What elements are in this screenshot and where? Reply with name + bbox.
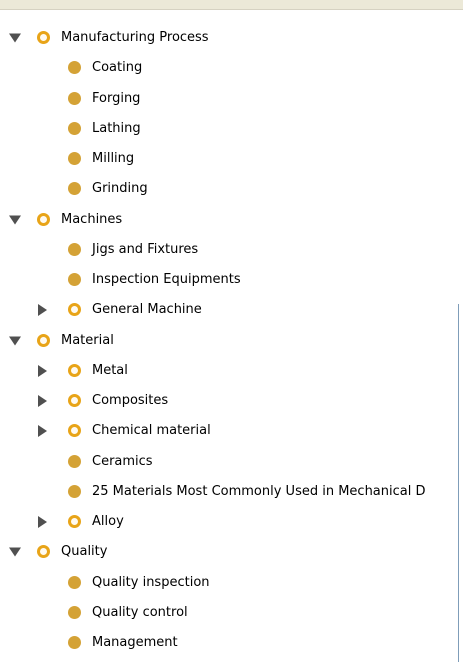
tree-node-label[interactable]: Metal bbox=[92, 363, 128, 379]
tree-node-manufacturing-process[interactable]: Manufacturing Process bbox=[0, 23, 458, 53]
tree-node-material[interactable]: Material bbox=[0, 326, 458, 356]
tree-node-general-machine[interactable]: General Machine bbox=[0, 295, 458, 325]
tree-node-quality-control[interactable]: Quality control bbox=[0, 598, 458, 628]
collapse-arrow-icon[interactable] bbox=[38, 364, 47, 377]
class-icon bbox=[68, 605, 81, 619]
class-icon bbox=[68, 575, 81, 589]
class-icon bbox=[68, 121, 81, 135]
tree-node-milling[interactable]: Milling bbox=[0, 144, 458, 174]
parent-class-icon bbox=[37, 545, 50, 559]
tree-node-label[interactable]: Inspection Equipments bbox=[92, 272, 241, 288]
tree-node-label[interactable]: Quality bbox=[61, 544, 107, 560]
tree-node-chemical-material[interactable]: Chemical material bbox=[0, 416, 458, 446]
tree-node-quality[interactable]: Quality bbox=[0, 537, 458, 567]
parent-class-icon bbox=[68, 424, 81, 438]
tree-node-label[interactable]: Milling bbox=[92, 151, 134, 167]
collapse-arrow-icon[interactable] bbox=[38, 425, 47, 438]
panel-border bbox=[458, 304, 459, 662]
class-icon bbox=[68, 636, 81, 650]
class-icon bbox=[68, 242, 81, 256]
class-icon bbox=[68, 61, 81, 75]
parent-class-icon bbox=[68, 303, 81, 317]
tree-node-label[interactable]: Material bbox=[61, 333, 114, 349]
tree-node-metal[interactable]: Metal bbox=[0, 356, 458, 386]
expand-arrow-icon[interactable] bbox=[9, 336, 21, 346]
tree-node-lathing[interactable]: Lathing bbox=[0, 114, 458, 144]
tree-node-label[interactable]: Ceramics bbox=[92, 454, 153, 470]
collapse-arrow-icon[interactable] bbox=[38, 516, 47, 529]
tree-node-label[interactable]: Machines bbox=[61, 212, 122, 228]
tree-node-label[interactable]: 25 Materials Most Commonly Used in Mecha… bbox=[92, 484, 426, 500]
tree-node-label[interactable]: Quality control bbox=[92, 605, 188, 621]
tree-node-25-materials[interactable]: 25 Materials Most Commonly Used in Mecha… bbox=[0, 477, 458, 507]
tree-node-label[interactable]: Composites bbox=[92, 393, 168, 409]
parent-class-icon bbox=[37, 212, 50, 226]
collapse-arrow-icon[interactable] bbox=[38, 304, 47, 317]
parent-class-icon bbox=[37, 31, 50, 45]
tree-node-label[interactable]: Management bbox=[92, 635, 178, 651]
class-icon bbox=[68, 91, 81, 105]
panel-header-strip bbox=[0, 0, 463, 10]
class-icon bbox=[68, 454, 81, 468]
tree-node-quality-inspection[interactable]: Quality inspection bbox=[0, 568, 458, 598]
tree-node-forging[interactable]: Forging bbox=[0, 84, 458, 114]
class-tree: Manufacturing Process Coating Forging La… bbox=[0, 23, 458, 658]
tree-node-label[interactable]: Forging bbox=[92, 91, 140, 107]
tree-node-label[interactable]: Jigs and Fixtures bbox=[92, 242, 198, 258]
expand-arrow-icon[interactable] bbox=[9, 215, 21, 225]
tree-node-ceramics[interactable]: Ceramics bbox=[0, 447, 458, 477]
parent-class-icon bbox=[68, 394, 81, 408]
tree-node-inspection-equipments[interactable]: Inspection Equipments bbox=[0, 265, 458, 295]
collapse-arrow-icon[interactable] bbox=[38, 395, 47, 408]
tree-node-jigs-and-fixtures[interactable]: Jigs and Fixtures bbox=[0, 235, 458, 265]
expand-arrow-icon[interactable] bbox=[9, 33, 21, 43]
class-icon bbox=[68, 152, 81, 166]
class-icon bbox=[68, 273, 81, 287]
tree-node-management[interactable]: Management bbox=[0, 628, 458, 658]
tree-node-grinding[interactable]: Grinding bbox=[0, 174, 458, 204]
tree-node-label[interactable]: Alloy bbox=[92, 514, 124, 530]
tree-node-label[interactable]: Coating bbox=[92, 60, 142, 76]
tree-node-machines[interactable]: Machines bbox=[0, 205, 458, 235]
class-icon bbox=[68, 484, 81, 498]
tree-node-composites[interactable]: Composites bbox=[0, 386, 458, 416]
expand-arrow-icon[interactable] bbox=[9, 547, 21, 557]
tree-node-label[interactable]: Manufacturing Process bbox=[61, 30, 209, 46]
tree-node-label[interactable]: Lathing bbox=[92, 121, 141, 137]
parent-class-icon bbox=[37, 333, 50, 347]
parent-class-icon bbox=[68, 515, 81, 529]
tree-node-label[interactable]: Quality inspection bbox=[92, 575, 210, 591]
tree-node-label[interactable]: Grinding bbox=[92, 181, 148, 197]
tree-node-coating[interactable]: Coating bbox=[0, 53, 458, 83]
tree-node-label[interactable]: General Machine bbox=[92, 302, 202, 318]
tree-node-alloy[interactable]: Alloy bbox=[0, 507, 458, 537]
class-icon bbox=[68, 182, 81, 196]
parent-class-icon bbox=[68, 363, 81, 377]
tree-node-label[interactable]: Chemical material bbox=[92, 423, 211, 439]
